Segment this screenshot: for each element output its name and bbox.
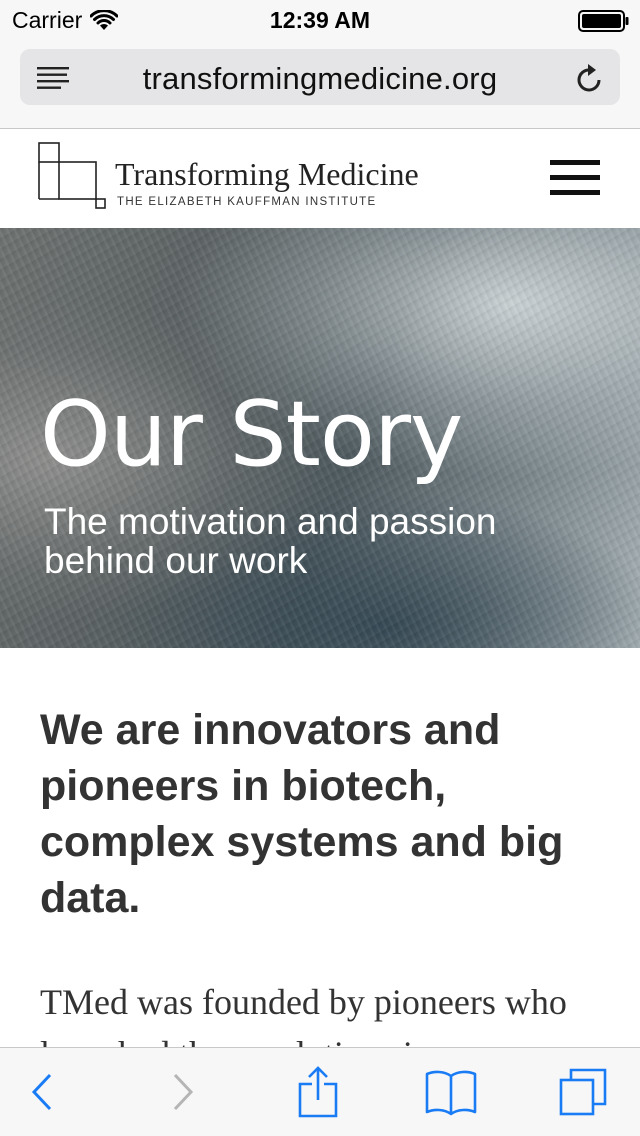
screen: Carrier 12:39 AM transformingmedicine.or… [0,0,640,1136]
url-text[interactable]: transformingmedicine.org [80,61,560,97]
logo-subtitle: THE ELIZABETH KAUFFMAN INSTITUTE [117,196,377,208]
content-heading: We are innovators and pioneers in biotec… [40,706,564,922]
clock: 12:39 AM [269,7,371,33]
browser-toolbar [0,1047,640,1136]
forward-chevron-icon[interactable] [171,1072,195,1112]
bookmarks-icon[interactable] [424,1068,478,1116]
browser-address-bar: transformingmedicine.org [0,40,640,129]
menu-bar-middle [550,175,600,180]
hamburger-menu-button[interactable] [550,160,600,196]
share-button[interactable] [290,1066,346,1118]
hero-subtitle: The motivation and passion behind our wo… [44,501,497,581]
battery-icon [578,10,629,32]
reload-icon[interactable] [576,63,604,93]
back-button[interactable] [14,1066,70,1118]
share-icon[interactable] [298,1066,338,1118]
menu-bar-bottom [550,190,600,195]
bookmarks-button[interactable] [423,1066,479,1118]
forward-button[interactable] [155,1066,211,1118]
reader-list-icon[interactable] [37,67,69,89]
url-field[interactable]: transformingmedicine.org [20,49,620,105]
tabs-icon[interactable] [557,1066,609,1118]
hero-banner: Our Story The motivation and passion beh… [0,228,640,648]
menu-bar-top [550,160,600,165]
content-paragraph: TMed was founded by pioneers who launche… [40,982,567,1048]
status-bar: Carrier 12:39 AM [0,0,640,40]
site-header: Transforming Medicine THE ELIZABETH KAUF… [0,129,640,228]
back-chevron-icon[interactable] [30,1072,54,1112]
logo-mark[interactable] [38,142,108,212]
main-content: We are innovators and pioneers in biotec… [0,648,640,1048]
hero-title: Our Story [40,382,463,487]
logo-title[interactable]: Transforming Medicine [115,156,419,193]
tabs-button[interactable] [555,1066,611,1118]
